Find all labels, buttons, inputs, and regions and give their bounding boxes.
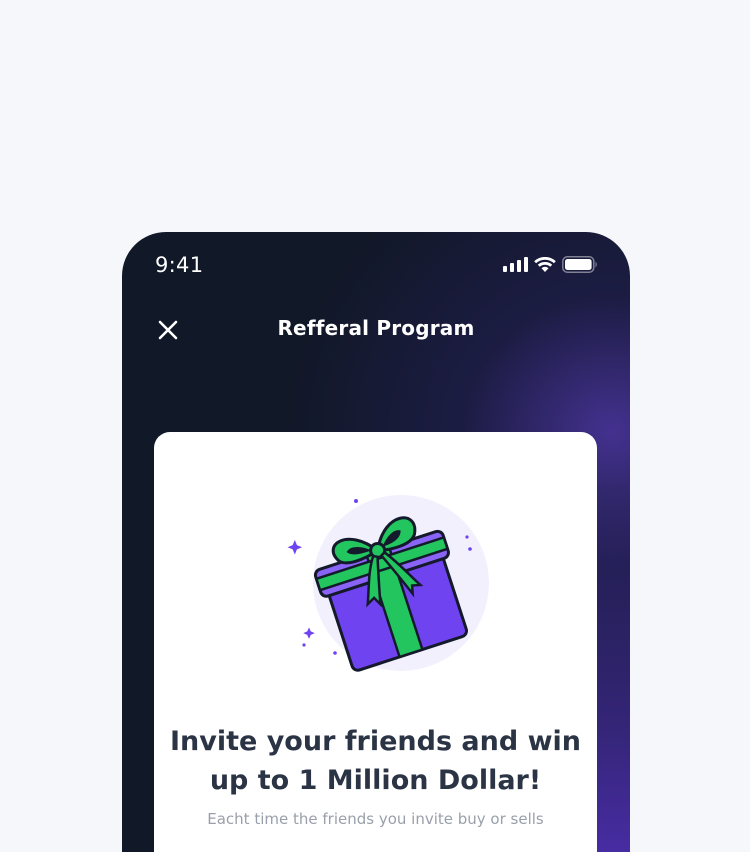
nav-bar: Refferal Program: [122, 304, 630, 356]
headline: Invite your friends and win up to 1 Mill…: [154, 722, 597, 800]
gift-box-icon: [269, 487, 499, 697]
status-bar: 9:41: [122, 232, 630, 298]
cellular-signal-icon: [503, 257, 528, 276]
headline-line-2: up to 1 Million Dollar!: [209, 765, 542, 796]
headline-line-1: Invite your friends and win: [169, 726, 582, 757]
description-text: Eacht time the friends you invite buy or…: [207, 810, 544, 828]
status-time: 9:41: [155, 253, 204, 277]
status-icons: [503, 256, 598, 277]
phone-frame: 9:41 Refferal Program Invite your friend…: [122, 232, 630, 852]
referral-card: Invite your friends and win up to 1 Mill…: [154, 432, 597, 852]
wifi-icon: [534, 256, 556, 277]
battery-icon: [562, 256, 598, 277]
page-title: Refferal Program: [277, 316, 475, 340]
